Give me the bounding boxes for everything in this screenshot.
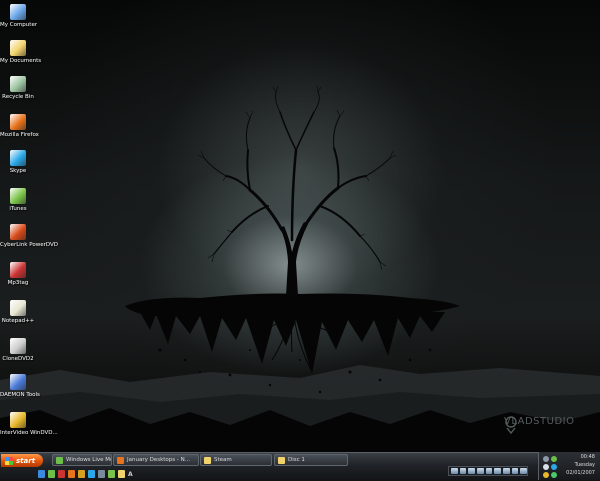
taskbar-button-label: Steam bbox=[214, 457, 232, 463]
taskbar-button[interactable]: Windows Live Messen... bbox=[52, 454, 112, 466]
taskbar-button[interactable]: Steam bbox=[200, 454, 272, 466]
winamp-icon[interactable] bbox=[78, 470, 85, 478]
next-icon[interactable] bbox=[485, 468, 493, 474]
notepad-plus-icon bbox=[10, 300, 26, 316]
steam-icon[interactable] bbox=[98, 470, 105, 478]
powerdvd-icon bbox=[10, 224, 26, 240]
desktop-icon-windvd[interactable]: InterVideo WinDVD... bbox=[0, 412, 58, 437]
clock-date: 02/01/2007 bbox=[566, 470, 595, 476]
desktop-icon-powerdvd[interactable]: CyberLink PowerDVD bbox=[0, 224, 59, 249]
firefox-icon[interactable] bbox=[68, 470, 75, 478]
volume-tray-icon[interactable] bbox=[543, 464, 549, 470]
clonedvd-icon bbox=[10, 338, 26, 354]
skype-tray-icon[interactable] bbox=[551, 464, 557, 470]
desktop-icon-label: Recycle Bin bbox=[2, 94, 34, 100]
mp3tag-icon bbox=[10, 262, 26, 278]
folder-icon bbox=[278, 456, 285, 464]
desktop-icon-daemon-tools[interactable]: DAEMON Tools bbox=[0, 374, 40, 399]
system-tray: 00:48 Tuesday 02/01/2007 bbox=[538, 452, 600, 480]
desktop-icon-label: Skype bbox=[9, 168, 27, 174]
quick-launch-text[interactable]: A bbox=[128, 471, 133, 478]
messenger-tray-icon[interactable] bbox=[551, 456, 557, 462]
stop-icon[interactable] bbox=[468, 468, 476, 474]
folder-icon bbox=[204, 456, 211, 464]
security-tray-icon[interactable] bbox=[551, 472, 557, 478]
network-tray-icon[interactable] bbox=[543, 472, 549, 478]
media-player-toolbar bbox=[448, 466, 528, 476]
desktop-icon-label: iTunes bbox=[9, 206, 27, 212]
desktop-icon-label: InterVideo WinDVD... bbox=[0, 430, 58, 436]
playlist-icon[interactable] bbox=[511, 468, 519, 474]
taskbar-button-label: Disc 1 bbox=[288, 457, 305, 463]
computer-icon bbox=[10, 4, 26, 20]
desktop-icon-clonedvd[interactable]: CloneDVD2 bbox=[0, 338, 36, 363]
desktop-icon-label: My Computer bbox=[0, 22, 38, 28]
desktop-icon-computer[interactable]: My Computer bbox=[0, 4, 38, 29]
windows-flag-icon bbox=[5, 456, 13, 465]
desktop-icon-label: Notepad++ bbox=[1, 318, 35, 324]
play-icon[interactable] bbox=[451, 468, 458, 474]
clock-day: Tuesday bbox=[574, 462, 595, 468]
previous-icon[interactable] bbox=[477, 468, 484, 474]
expand-icon[interactable] bbox=[520, 468, 528, 474]
desktop-icon-label: DAEMON Tools bbox=[0, 392, 40, 398]
vladstudio-logo-icon bbox=[505, 416, 517, 434]
start-button[interactable]: start bbox=[1, 454, 43, 467]
itunes-icon bbox=[10, 188, 26, 204]
messenger-icon[interactable] bbox=[48, 470, 55, 478]
desktop-icon-skype[interactable]: Skype bbox=[0, 150, 36, 175]
taskbar-button-label: January Desktops - N... bbox=[127, 457, 190, 463]
daemon-tools-icon bbox=[10, 374, 26, 390]
explorer-icon[interactable] bbox=[118, 470, 125, 478]
desktop-icon-notepad-plus[interactable]: Notepad++ bbox=[0, 300, 36, 325]
firefox-icon bbox=[117, 456, 124, 464]
desktop-icon-itunes[interactable]: iTunes bbox=[0, 188, 36, 213]
quick-launch-bar: A bbox=[38, 469, 133, 479]
pause-icon[interactable] bbox=[459, 468, 467, 474]
documents-folder-icon bbox=[10, 40, 26, 56]
desktop-icon-firefox[interactable]: Mozilla Firefox bbox=[0, 114, 39, 139]
clock-time[interactable]: 00:48 bbox=[581, 454, 595, 460]
mp3tag-icon[interactable] bbox=[58, 470, 65, 478]
desktop-icon-label: My Documents bbox=[0, 58, 42, 64]
skype-icon bbox=[10, 150, 26, 166]
desktop-icon-mp3tag[interactable]: Mp3tag bbox=[0, 262, 36, 287]
vladstudio-watermark: VLADSTUDIO bbox=[504, 416, 574, 434]
desktop-icon-label: Mozilla Firefox bbox=[0, 132, 39, 138]
start-label: start bbox=[16, 456, 36, 465]
floating-island-tree-art bbox=[0, 85, 600, 452]
recycle-bin-icon bbox=[10, 76, 26, 92]
taskbar-button-label: Windows Live Messen... bbox=[66, 457, 111, 463]
taskbar-button[interactable]: January Desktops - N... bbox=[113, 454, 199, 466]
messenger-icon bbox=[56, 456, 63, 464]
taskbar-button[interactable]: Disc 1 bbox=[274, 454, 348, 466]
ie-icon[interactable] bbox=[38, 470, 45, 478]
desktop-icon-label: CyberLink PowerDVD bbox=[0, 242, 59, 248]
desktop-icon-label: Mp3tag bbox=[7, 280, 29, 286]
skype-icon[interactable] bbox=[88, 470, 95, 478]
itunes-icon[interactable] bbox=[108, 470, 115, 478]
steam-tray-icon[interactable] bbox=[543, 456, 549, 462]
windvd-icon bbox=[10, 412, 26, 428]
desktop-wallpaper: VLADSTUDIO bbox=[0, 0, 600, 452]
volume-icon[interactable] bbox=[503, 468, 510, 474]
desktop-icon-recycle-bin[interactable]: Recycle Bin bbox=[0, 76, 36, 101]
desktop-icon-documents-folder[interactable]: My Documents bbox=[0, 40, 42, 65]
desktop-icon-label: CloneDVD2 bbox=[2, 356, 34, 362]
firefox-icon bbox=[10, 114, 26, 130]
mute-icon[interactable] bbox=[494, 468, 502, 474]
